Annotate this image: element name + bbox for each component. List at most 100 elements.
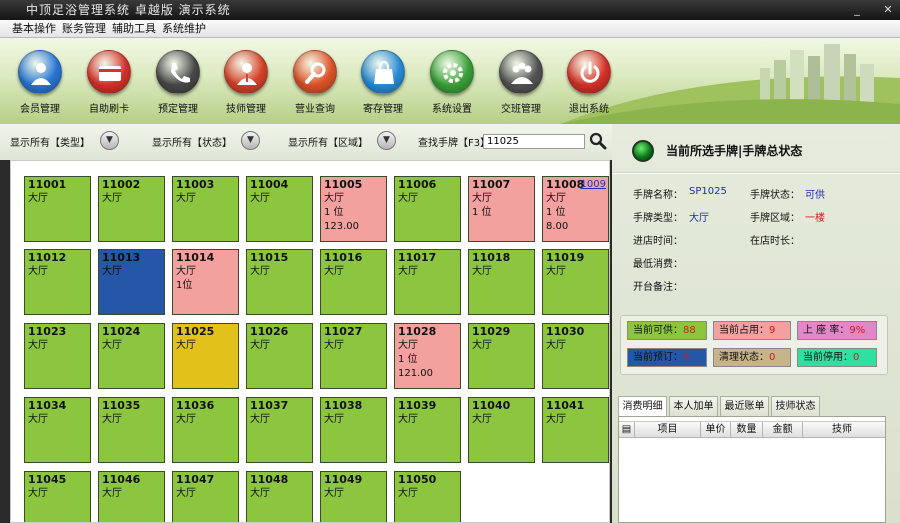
tab-recent-bills[interactable]: 最近账单 [720,396,769,416]
power-icon [567,50,611,94]
legend-disabled: 当前停用：0 [797,348,877,367]
hand-card[interactable]: 11027 大厅 [320,323,387,389]
toolbar-button-5[interactable]: 寄存管理 [351,48,415,122]
hand-card[interactable]: 11024 大厅 [98,323,165,389]
card-area: 大厅 [102,488,122,499]
card-link[interactable]: 1009 [581,178,606,192]
header-quantity: 数量 [731,422,763,438]
card-area: 大厅 [398,193,418,204]
card-area: 大厅 [250,266,270,277]
hand-card[interactable]: 11036 大厅 [172,397,239,463]
hand-card[interactable]: 11030 大厅 [542,323,609,389]
legend-occupancy-rate-label: 上 座 率： [803,325,850,336]
toolbar-button-4[interactable]: 营业查询 [283,48,347,122]
type-dropdown-icon[interactable]: ▼ [100,131,119,150]
hand-card[interactable]: 11050 大厅 [394,471,461,522]
toolbar-button-0[interactable]: 会员管理 [8,48,72,122]
hand-card[interactable]: 11014 大厅 1位 [172,249,239,315]
hand-card[interactable]: 11040 大厅 [468,397,535,463]
card-area: 大厅 [250,193,270,204]
toolbar-button-3[interactable]: 技师管理 [214,48,278,122]
tab-my-orders[interactable]: 本人加单 [669,396,718,416]
hand-card[interactable]: 11037 大厅 [246,397,313,463]
toolbar-button-2[interactable]: 预定管理 [146,48,210,122]
toolbar-button-8[interactable]: 退出系统 [557,48,621,122]
hand-card[interactable]: 11013 大厅 [98,249,165,315]
hand-card[interactable]: 11002 大厅 [98,176,165,242]
hand-card[interactable]: 11004 大厅 [246,176,313,242]
toolbar-button-label: 系统设置 [432,104,472,115]
hand-card[interactable]: 11026 大厅 [246,323,313,389]
toolbar-button-label: 技师管理 [226,104,266,115]
hand-card[interactable]: 11035 大厅 [98,397,165,463]
card-area: 大厅 [176,266,196,277]
toolbar-button-1[interactable]: 自助刷卡 [77,48,141,122]
hand-card[interactable]: 11046 大厅 [98,471,165,522]
state-dropdown-icon[interactable]: ▼ [241,131,260,150]
menu-system[interactable]: 系统维护 [162,20,206,37]
field-label-remark: 开台备注： [633,282,683,293]
card-amount: 123.00 [324,221,359,232]
hand-card[interactable]: 11047 大厅 [172,471,239,522]
toolbar-button-7[interactable]: 交班管理 [489,48,553,122]
field-label-duration: 在店时长： [750,236,800,247]
field-value-type: 大厅 [689,213,709,224]
hand-card[interactable]: 11019 大厅 [542,249,609,315]
hand-card[interactable]: 11007 大厅 1 位 [468,176,535,242]
legend-available-label: 当前可供： [633,325,683,336]
toolbar-button-6[interactable]: 系统设置 [420,48,484,122]
status-led-icon [632,140,654,162]
search-icon[interactable] [589,132,607,150]
detail-tabs: 消费明细 本人加单 最近账单 技师状态 [618,396,894,417]
hand-card[interactable]: 11003 大厅 [172,176,239,242]
hand-card[interactable]: 11041 大厅 [542,397,609,463]
legend-disabled-label: 当前停用： [803,352,853,363]
hand-card[interactable]: 11017 大厅 [394,249,461,315]
hand-card[interactable]: 11008 1009 大厅 1 位 8.00 [542,176,609,242]
hand-card[interactable]: 11038 大厅 [320,397,387,463]
hand-card[interactable]: 11016 大厅 [320,249,387,315]
minimize-button[interactable]: _ [850,3,864,17]
hand-card[interactable]: 11001 大厅 [24,176,91,242]
menu-accounts[interactable]: 账务管理 [62,20,106,37]
legend-cleaning-value: 0 [769,352,776,363]
area-dropdown-icon[interactable]: ▼ [377,131,396,150]
hand-card[interactable]: 11049 大厅 [320,471,387,522]
card-area: 大厅 [102,340,122,351]
hand-card[interactable]: 11029 大厅 [468,323,535,389]
member-icon [18,50,62,94]
field-value-name: SP1025 [689,186,727,197]
hand-card[interactable]: 11015 大厅 [246,249,313,315]
card-area: 大厅 [250,340,270,351]
hand-card[interactable]: 11005 大厅 1 位 123.00 [320,176,387,242]
hand-card[interactable]: 11045 大厅 [24,471,91,522]
card-number: 11028 [398,325,437,338]
tab-consumption-detail[interactable]: 消费明细 [618,396,667,417]
tab-technician-status[interactable]: 技师状态 [771,396,820,416]
search-input[interactable] [483,134,585,149]
card-number: 11041 [546,399,585,412]
hand-card[interactable]: 11023 大厅 [24,323,91,389]
hand-card[interactable]: 11048 大厅 [246,471,313,522]
hand-card[interactable]: 11012 大厅 [24,249,91,315]
card-number: 11004 [250,178,289,191]
menu-basic-ops[interactable]: 基本操作 [12,20,56,37]
legend-cleaning-label: 清理状态： [719,352,769,363]
toolbar-button-label: 预定管理 [158,104,198,115]
card-area: 大厅 [546,193,566,204]
hand-card[interactable]: 11018 大厅 [468,249,535,315]
hand-card-grid: 11001 大厅 11002 大厅 11003 大厅 11004 大厅 11005 大厅 1 位 12… [10,160,610,523]
legend-reserved-value: 0 [683,352,690,363]
menu-tools[interactable]: 辅助工具 [112,20,156,37]
hand-card[interactable]: 11034 大厅 [24,397,91,463]
hand-card[interactable]: 11025 大厅 [172,323,239,389]
hand-card[interactable]: 11039 大厅 [394,397,461,463]
hand-card[interactable]: 11028 大厅 1 位 121.00 [394,323,461,389]
card-number: 11015 [250,251,289,264]
hand-card[interactable]: 11006 大厅 [394,176,461,242]
card-number: 11037 [250,399,289,412]
card-area: 大厅 [250,414,270,425]
search-icon [293,50,337,94]
row-selector-icon: ▤ [619,422,635,438]
close-button[interactable]: ✕ [881,3,895,17]
